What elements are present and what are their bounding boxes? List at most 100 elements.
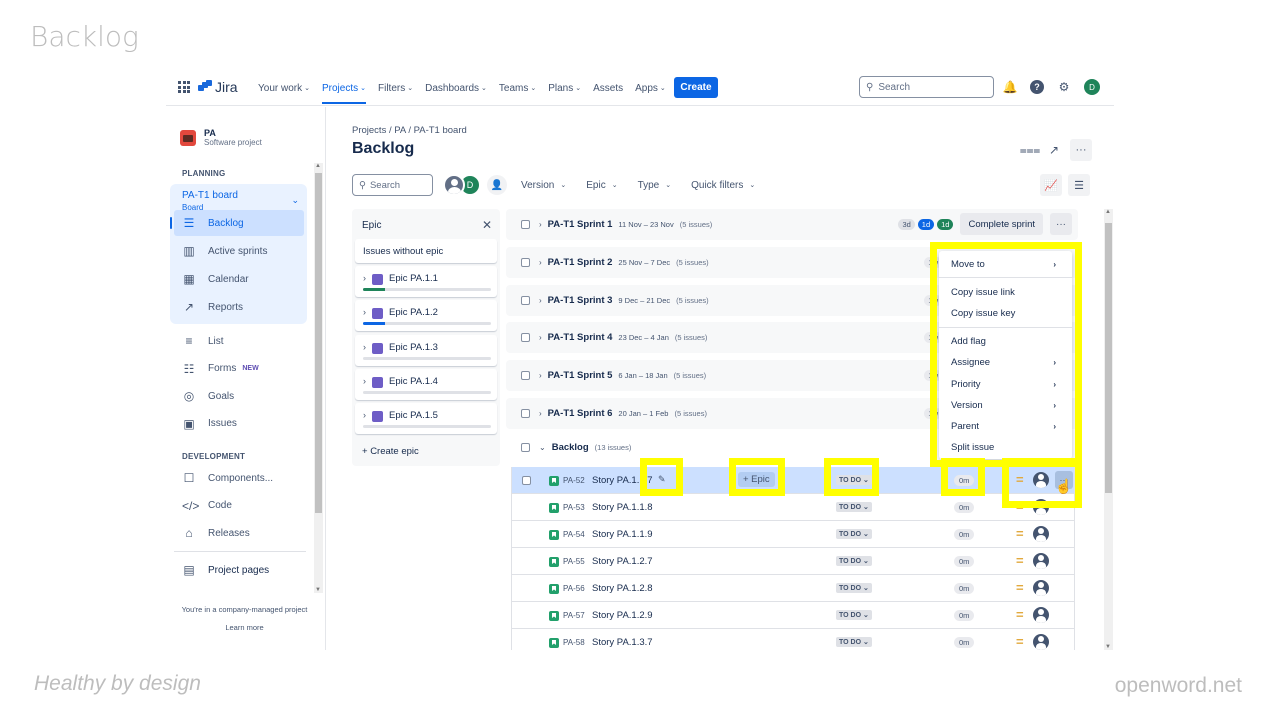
project-header[interactable]: PA Software project [180, 128, 262, 147]
priority-medium-icon[interactable]: = [1016, 635, 1026, 648]
nav-item-assets[interactable]: Assets [593, 70, 623, 106]
issue-summary[interactable]: Story PA.1.2.8 [592, 583, 653, 594]
chevron-right-icon[interactable]: › [363, 376, 366, 386]
chevron-right-icon[interactable]: › [539, 220, 542, 229]
assignee-avatar-icon[interactable] [1033, 499, 1049, 515]
chevron-down-icon[interactable]: ⌄ [539, 443, 546, 452]
issue-summary[interactable]: Story PA.1.1.8 [592, 502, 653, 513]
estimate-badge[interactable]: 0m [954, 529, 975, 540]
add-epic-button[interactable]: + Epic [738, 472, 775, 487]
status-dropdown[interactable]: TO DO ⌄ [836, 529, 872, 539]
scroll-up-icon[interactable]: ▲ [1105, 209, 1111, 215]
epic-card[interactable]: › Epic PA.1.1 [355, 266, 497, 297]
breadcrumb-item[interactable]: Projects [352, 125, 386, 136]
sidebar-item-project-pages[interactable]: ▤ Project pages [174, 557, 304, 583]
global-search-input[interactable]: ⚲ Search [859, 76, 994, 98]
issue-summary[interactable]: Story PA.1.2.7 [592, 556, 653, 567]
sidebar-item-calendar[interactable]: ▦ Calendar [174, 266, 304, 292]
menu-item-version[interactable]: Version › [939, 395, 1072, 415]
estimate-badge[interactable]: 0m [954, 475, 975, 486]
unassigned-avatar-filter[interactable] [443, 174, 465, 196]
epic-card[interactable]: › Epic PA.1.4 [355, 368, 497, 400]
issue-row[interactable]: PA-53 Story PA.1.1.8 TO DO ⌄ 0m = [511, 494, 1075, 521]
menu-item-parent[interactable]: Parent › [939, 416, 1072, 436]
nav-item-filters[interactable]: Filters ⌄ [378, 70, 413, 106]
sidebar-scrollbar[interactable]: ▲ ▼ [314, 163, 323, 593]
sprint-row[interactable]: › PA-T1 Sprint 1 11 Nov – 23 Nov (5 issues)… [506, 209, 1078, 240]
add-people-icon[interactable]: 👤 [487, 175, 507, 195]
scrollbar-thumb[interactable] [315, 173, 322, 513]
backlog-header[interactable]: ⌄ Backlog (13 issues) [506, 442, 631, 453]
issues-without-epic[interactable]: Issues without epic [355, 239, 497, 263]
board-name[interactable]: PA-T1 board [182, 190, 238, 201]
epic-card[interactable]: › Epic PA.1.3 [355, 334, 497, 366]
menu-item-copy-issue-key[interactable]: Copy issue key [939, 303, 1072, 323]
app-switcher-icon[interactable] [178, 81, 190, 93]
assignee-avatar-icon[interactable] [1033, 634, 1049, 650]
menu-item-priority[interactable]: Priority › [939, 374, 1072, 394]
scroll-up-icon[interactable]: ▲ [315, 163, 321, 169]
scroll-down-icon[interactable]: ▼ [315, 587, 321, 593]
menu-item-assignee[interactable]: Assignee › [939, 352, 1072, 372]
filter-type[interactable]: Type ⌄ [638, 180, 672, 191]
nav-item-teams[interactable]: Teams ⌄ [499, 70, 536, 106]
filter-epic[interactable]: Epic ⌄ [586, 180, 617, 191]
assignee-avatar-icon[interactable] [1033, 607, 1049, 623]
issue-key[interactable]: PA-52 [563, 476, 585, 485]
assignee-avatar-icon[interactable] [1033, 472, 1049, 488]
create-epic-button[interactable]: + Create epic [362, 446, 419, 457]
nav-item-dashboards[interactable]: Dashboards ⌄ [425, 70, 487, 106]
epic-card[interactable]: › Epic PA.1.2 [355, 300, 497, 332]
scrollbar-thumb[interactable] [1105, 223, 1112, 493]
complete-sprint-button[interactable]: Complete sprint [960, 213, 1043, 235]
chevron-right-icon[interactable]: › [539, 409, 542, 418]
priority-medium-icon[interactable]: = [1016, 554, 1026, 567]
sidebar-item-components[interactable]: ☐ Components... [174, 465, 304, 491]
sidebar-item-backlog[interactable]: ☰ Backlog [170, 210, 304, 236]
close-icon[interactable]: ✕ [482, 218, 492, 232]
issue-summary[interactable]: Story PA.1.1.9 [592, 529, 653, 540]
create-button[interactable]: Create [674, 77, 718, 98]
issue-key[interactable]: PA-58 [563, 638, 585, 647]
expand-icon[interactable]: ↗ [1046, 139, 1062, 161]
priority-medium-icon[interactable]: = [1016, 581, 1026, 594]
estimate-badge[interactable]: 0m [954, 637, 975, 648]
chevron-down-icon[interactable]: ⌄ [291, 195, 299, 206]
status-dropdown[interactable]: TO DO ⌄ [836, 610, 872, 620]
status-dropdown[interactable]: TO DO ⌄ [836, 556, 872, 566]
settings-gear-icon[interactable]: ⚙ [1057, 80, 1071, 94]
edit-pencil-icon[interactable]: ✎ [658, 474, 666, 485]
sprint-checkbox[interactable] [521, 295, 530, 305]
issue-row[interactable]: PA-57 Story PA.1.2.9 TO DO ⌄ 0m = [511, 602, 1075, 629]
assignee-avatar-icon[interactable] [1033, 580, 1049, 596]
estimate-badge[interactable]: 0m [954, 583, 975, 594]
breadcrumb-item[interactable]: PA-T1 board [414, 125, 467, 136]
chevron-right-icon[interactable]: › [363, 273, 366, 283]
sprint-checkbox[interactable] [521, 220, 530, 229]
issue-summary[interactable]: Story PA.1.3.7 [592, 637, 653, 648]
nav-item-your-work[interactable]: Your work ⌄ [258, 70, 310, 106]
view-settings-icon[interactable]: ☰ [1068, 174, 1090, 196]
sidebar-item-issues[interactable]: ▣ Issues [174, 411, 304, 437]
menu-item-move-to[interactable]: Move to › [939, 254, 1072, 274]
priority-medium-icon[interactable]: = [1016, 500, 1026, 513]
issue-summary[interactable]: Story PA.1.1.7 [592, 475, 653, 486]
nav-item-plans[interactable]: Plans ⌄ [548, 70, 581, 106]
learn-more-link[interactable]: Learn more [166, 619, 323, 637]
user-avatar[interactable]: D [1084, 79, 1100, 95]
share-icon[interactable]: ⩶ [1020, 139, 1041, 161]
menu-item-add-flag[interactable]: Add flag [939, 331, 1072, 351]
sprint-checkbox[interactable] [521, 333, 530, 343]
chevron-right-icon[interactable]: › [539, 333, 542, 342]
assignee-avatar-icon[interactable] [1033, 553, 1049, 569]
priority-medium-icon[interactable]: = [1016, 473, 1026, 486]
status-dropdown[interactable]: TO DO ⌄ [836, 502, 872, 512]
nav-item-projects[interactable]: Projects ⌄ [321, 70, 366, 106]
insights-chart-icon[interactable]: 📈 [1040, 174, 1062, 196]
priority-medium-icon[interactable]: = [1016, 527, 1026, 540]
sprint-more-button[interactable]: ··· [1050, 213, 1072, 235]
estimate-badge[interactable]: 0m [954, 610, 975, 621]
breadcrumb-item[interactable]: PA [394, 125, 405, 136]
board-search-input[interactable]: ⚲ Search [352, 174, 433, 196]
main-scrollbar[interactable]: ▲ ▼ [1104, 209, 1113, 650]
